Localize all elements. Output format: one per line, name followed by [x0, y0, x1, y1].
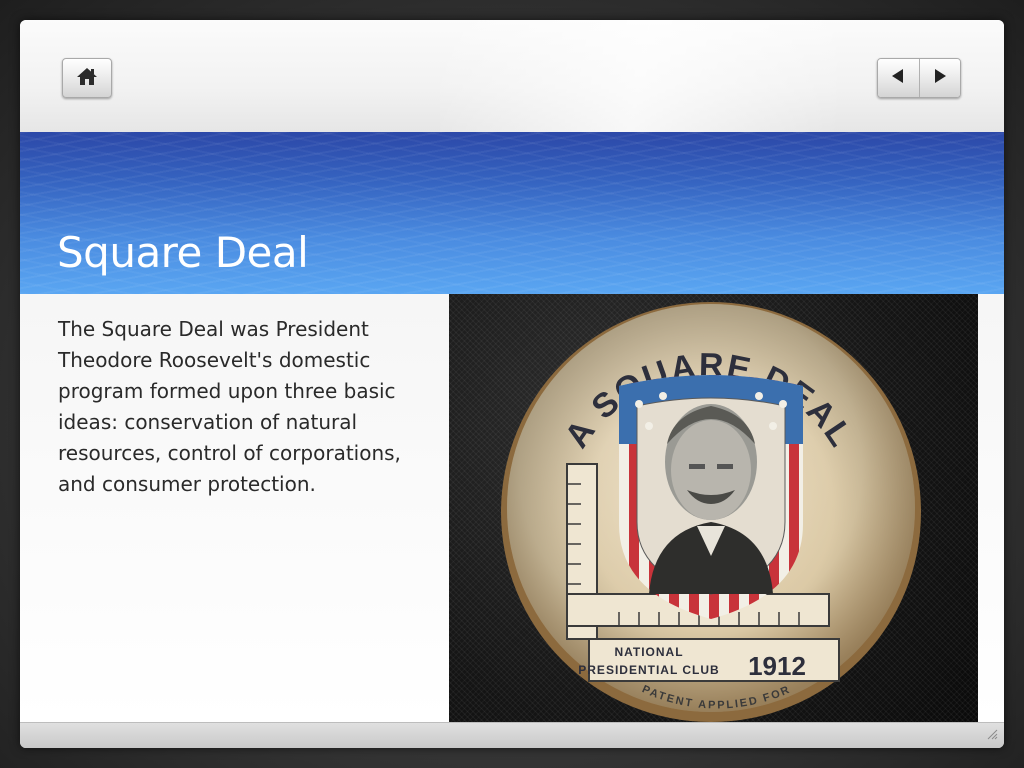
title-band: Square Deal — [20, 132, 1004, 294]
slide-footer-bar — [20, 722, 1004, 748]
slide-content: The Square Deal was President Theodore R… — [20, 294, 1004, 722]
next-slide-button[interactable] — [918, 59, 960, 97]
presidential-club-banner: NATIONAL PRESIDENTIAL CLUB 1912 — [578, 638, 840, 682]
square-deal-campaign-button-photo: A SQUARE DEAL — [449, 294, 978, 722]
svg-text:PRESIDENTIAL CLUB: PRESIDENTIAL CLUB — [578, 663, 719, 677]
slide-body-text: The Square Deal was President Theodore R… — [58, 317, 401, 496]
campaign-button-illustration: A SQUARE DEAL — [501, 302, 921, 722]
triangle-left-icon — [890, 68, 906, 89]
triangle-right-icon — [932, 68, 948, 89]
slide-title: Square Deal — [57, 228, 309, 277]
home-button[interactable] — [62, 58, 112, 98]
slide-nav-buttons — [877, 58, 961, 98]
svg-text:NATIONAL: NATIONAL — [614, 645, 683, 659]
slide-toolbar — [20, 20, 1004, 132]
home-icon — [76, 66, 98, 91]
slide-frame: Square Deal The Square Deal was Presiden… — [20, 20, 1004, 748]
svg-text:1912: 1912 — [748, 651, 806, 681]
resize-grip-icon[interactable] — [986, 727, 998, 745]
previous-slide-button[interactable] — [878, 59, 919, 97]
